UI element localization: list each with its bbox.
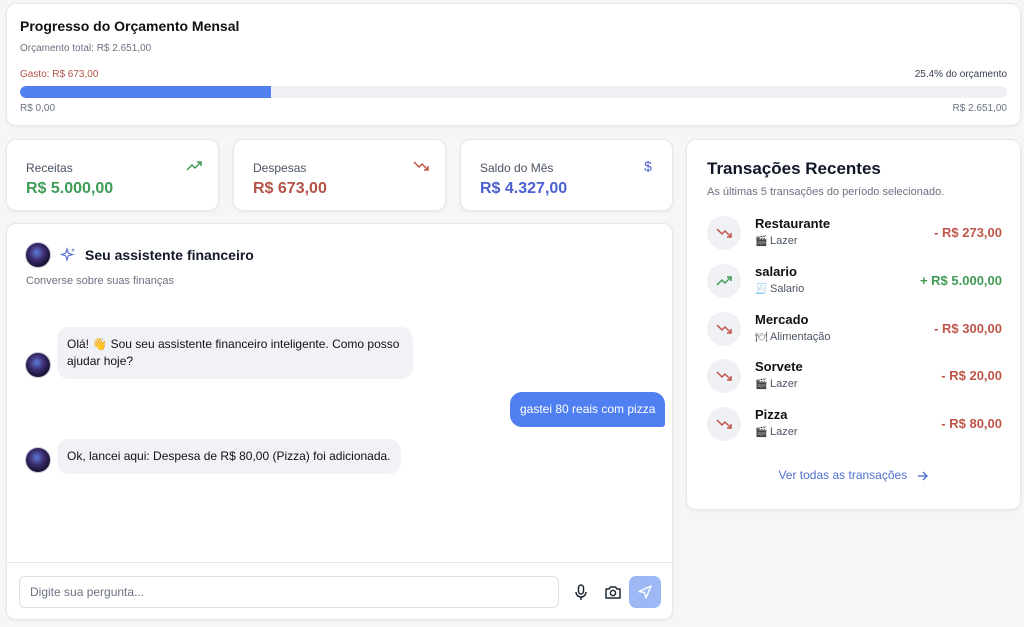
income-card: Receitas R$ 5.000,00 [6, 139, 219, 211]
budget-title: Progresso do Orçamento Mensal [20, 18, 240, 34]
budget-total: Orçamento total: R$ 2.651,00 [20, 43, 152, 54]
microphone-icon[interactable] [571, 582, 591, 602]
transaction-row[interactable]: Sorvete 🎬 Lazer - R$ 20,00 [707, 356, 1002, 396]
trending-down-icon [413, 161, 429, 171]
transaction-name: Mercado [755, 312, 809, 327]
trending-down-icon [707, 312, 741, 346]
clapperboard-icon: 🎬 [755, 379, 768, 390]
receipt-icon: 🧾 [755, 284, 768, 295]
trending-down-icon [707, 359, 741, 393]
chat-input-bar: Digite sua pergunta... [7, 562, 672, 619]
transaction-category: 🧾 Salario [755, 283, 805, 295]
sparkles-icon [60, 247, 75, 263]
transaction-name: Restaurante [755, 216, 831, 231]
transaction-name: salario [755, 264, 797, 279]
income-label: Receitas [26, 161, 73, 175]
svg-text:$: $ [644, 158, 652, 174]
transaction-row[interactable]: Pizza 🎬 Lazer - R$ 80,00 [707, 404, 1002, 444]
balance-card: Saldo do Mês R$ 4.327,00 $ [460, 139, 673, 211]
send-icon [638, 585, 652, 599]
transactions-title: Transações Recentes [707, 159, 881, 178]
transaction-category: 🍽 Alimentação [755, 331, 831, 343]
budget-percent: 25.4% do orçamento [914, 69, 1007, 80]
transaction-amount: - R$ 20,00 [941, 368, 1002, 383]
balance-value: R$ 4.327,00 [480, 180, 568, 197]
send-button[interactable] [629, 576, 661, 608]
chat-assistant-card: Seu assistente financeiro Converse sobre… [6, 223, 673, 620]
camera-icon[interactable] [603, 582, 623, 602]
trending-down-icon [707, 407, 741, 441]
transaction-amount: - R$ 300,00 [934, 321, 1002, 336]
transaction-amount: - R$ 80,00 [941, 416, 1002, 431]
transaction-row[interactable]: Restaurante 🎬 Lazer - R$ 273,00 [707, 213, 1002, 253]
chat-title: Seu assistente financeiro [85, 247, 254, 263]
see-all-transactions-link[interactable]: Ver todas as transações [687, 468, 1020, 482]
budget-progress-fill [20, 86, 271, 98]
balance-label: Saldo do Mês [480, 161, 554, 175]
income-value: R$ 5.000,00 [26, 180, 114, 197]
transaction-category: 🎬 Lazer [755, 378, 798, 390]
assistant-message: Olá! 👋 Sou seu assistente financeiro int… [57, 327, 413, 379]
chat-subtitle: Converse sobre suas finanças [26, 275, 174, 287]
budget-spent: Gasto: R$ 673,00 [20, 69, 99, 80]
expense-card: Despesas R$ 673,00 [233, 139, 446, 211]
transactions-subtitle: As últimas 5 transações do período selec… [707, 186, 945, 198]
user-message: gastei 80 reais com pizza [510, 392, 666, 427]
arrow-right-icon [917, 471, 928, 481]
transaction-row[interactable]: salario 🧾 Salario + R$ 5.000,00 [707, 261, 1002, 301]
expense-value: R$ 673,00 [253, 180, 327, 197]
dollar-icon: $ [644, 158, 652, 174]
transaction-amount: + R$ 5.000,00 [919, 273, 1002, 288]
utensils-icon: 🍽 [755, 332, 768, 343]
transaction-name: Sorvete [755, 359, 803, 374]
trending-up-icon [707, 264, 741, 298]
assistant-avatar [25, 447, 51, 473]
clapperboard-icon: 🎬 [755, 236, 768, 247]
trending-up-icon [186, 161, 202, 171]
assistant-avatar [25, 242, 51, 268]
transaction-category: 🎬 Lazer [755, 426, 798, 438]
chat-input[interactable]: Digite sua pergunta... [19, 576, 559, 608]
budget-progress-bar [20, 86, 1007, 98]
transaction-row[interactable]: Mercado 🍽 Alimentação - R$ 300,00 [707, 309, 1002, 349]
trending-down-icon [707, 216, 741, 250]
budget-progress-card: Progresso do Orçamento Mensal Orçamento … [6, 3, 1021, 126]
transaction-name: Pizza [755, 407, 788, 422]
budget-min: R$ 0,00 [20, 103, 56, 114]
expense-label: Despesas [253, 161, 307, 175]
clapperboard-icon: 🎬 [755, 427, 768, 438]
assistant-avatar [25, 352, 51, 378]
transaction-amount: - R$ 273,00 [934, 225, 1002, 240]
transaction-category: 🎬 Lazer [755, 235, 798, 247]
budget-max: R$ 2.651,00 [952, 103, 1008, 114]
recent-transactions-card: Transações Recentes As últimas 5 transaç… [686, 139, 1021, 510]
assistant-message: Ok, lancei aqui: Despesa de R$ 80,00 (Pi… [57, 439, 401, 474]
